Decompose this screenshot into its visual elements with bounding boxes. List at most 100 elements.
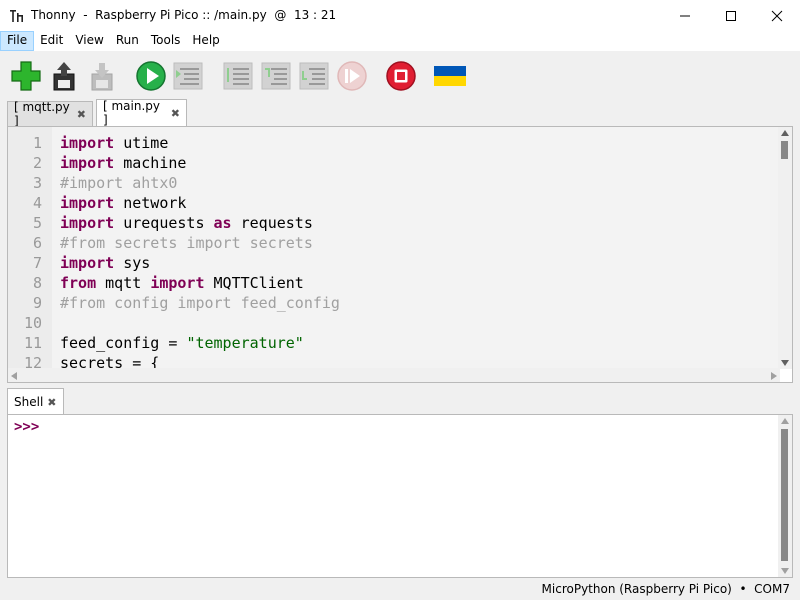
- open-file-button[interactable]: [48, 60, 80, 92]
- scroll-left-icon[interactable]: [11, 372, 17, 380]
- code-token: urequests: [114, 214, 214, 232]
- code-token: sys: [114, 254, 151, 272]
- tab-main-py[interactable]: [ main.py ] ✖: [96, 99, 187, 127]
- string-token: "temperature": [186, 334, 304, 352]
- menu-run[interactable]: Run: [110, 31, 145, 51]
- menu-file[interactable]: File: [0, 31, 35, 51]
- code-line[interactable]: #import ahtx0: [60, 173, 177, 193]
- tab-close-icon[interactable]: ✖: [47, 396, 56, 409]
- menu-edit[interactable]: Edit: [34, 31, 69, 51]
- interpreter-status[interactable]: MicroPython (Raspberry Pi Pico) • COM7: [542, 582, 790, 596]
- code-editor[interactable]: 1 2 3 4 5 6 7 8 9 10 11 12 import utime i…: [7, 126, 793, 383]
- code-text-area[interactable]: import utime import machine #import ahtx0 i…: [52, 127, 780, 369]
- debug-button[interactable]: [172, 60, 204, 92]
- code-token: feed_config =: [60, 334, 187, 352]
- step-into-icon: [261, 62, 291, 90]
- minimize-button[interactable]: [662, 0, 708, 31]
- code-line[interactable]: from mqtt import MQTTClient: [60, 273, 304, 293]
- resume-button[interactable]: [336, 60, 368, 92]
- thonny-icon: [10, 10, 23, 22]
- new-file-button[interactable]: [10, 60, 42, 92]
- code-line[interactable]: import network: [60, 193, 186, 213]
- code-token: utime: [114, 134, 169, 152]
- status-bar: MicroPython (Raspberry Pi Pico) • COM7: [0, 578, 800, 600]
- line-number: 2: [32, 154, 42, 172]
- maximize-icon: [726, 10, 736, 21]
- code-line[interactable]: secrets = {: [60, 353, 159, 369]
- maximize-button[interactable]: [708, 0, 754, 31]
- scroll-right-icon[interactable]: [771, 372, 777, 380]
- support-ukraine-button[interactable]: [433, 60, 467, 92]
- line-number: 9: [32, 294, 42, 312]
- step-over-button[interactable]: [222, 60, 254, 92]
- stop-button[interactable]: [385, 60, 417, 92]
- line-number: 8: [32, 274, 42, 292]
- code-token: network: [114, 194, 187, 212]
- editor-horizontal-scrollbar[interactable]: [8, 368, 780, 382]
- keyword-token: import: [60, 194, 115, 212]
- debug-icon: [173, 62, 203, 90]
- resume-icon: [337, 61, 367, 91]
- line-number: 11: [23, 334, 42, 352]
- scrollbar-thumb[interactable]: [781, 141, 788, 159]
- ukraine-flag-icon: [434, 66, 466, 86]
- line-number: 12: [23, 354, 42, 369]
- menu-view[interactable]: View: [69, 31, 109, 51]
- editor-tabstrip: [ mqtt.py ] ✖ [ main.py ] ✖: [0, 99, 800, 128]
- step-out-icon: [299, 62, 329, 90]
- menu-help[interactable]: Help: [186, 31, 225, 51]
- code-line[interactable]: import utime: [60, 133, 168, 153]
- scroll-up-icon[interactable]: [781, 130, 789, 136]
- step-out-button[interactable]: [298, 60, 330, 92]
- code-line[interactable]: #from secrets import secrets: [60, 233, 313, 253]
- line-number: 3: [32, 174, 42, 192]
- code-line[interactable]: feed_config = "temperature": [60, 333, 304, 353]
- save-file-button[interactable]: [86, 60, 118, 92]
- toolbar: [0, 51, 800, 99]
- keyword-token: as: [213, 214, 232, 232]
- code-token: requests: [231, 214, 313, 232]
- code-line[interactable]: import machine: [60, 153, 186, 173]
- tab-close-icon[interactable]: ✖: [171, 107, 180, 120]
- tab-shell[interactable]: Shell ✖: [7, 388, 64, 415]
- tab-mqtt-py[interactable]: [ mqtt.py ] ✖: [7, 100, 93, 128]
- step-into-button[interactable]: [260, 60, 292, 92]
- scroll-up-icon[interactable]: [781, 418, 789, 424]
- title-bar: Thonny - Raspberry Pi Pico :: /main.py @…: [0, 0, 800, 31]
- run-button[interactable]: [135, 60, 167, 92]
- open-file-icon: [53, 62, 75, 91]
- code-line[interactable]: #from config import feed_config: [60, 293, 340, 313]
- scrollbar-thumb[interactable]: [781, 429, 788, 561]
- code-token: machine: [114, 154, 187, 172]
- close-icon: [771, 10, 783, 21]
- comment-token: #from secrets import secrets: [60, 234, 313, 252]
- line-number: 1: [32, 134, 42, 152]
- line-number: 5: [32, 214, 42, 232]
- scroll-down-icon[interactable]: [781, 360, 789, 366]
- menu-tools[interactable]: Tools: [145, 31, 187, 51]
- code-token: mqtt: [96, 274, 151, 292]
- tab-close-icon[interactable]: ✖: [77, 108, 86, 121]
- tab-label: [ main.py ]: [103, 99, 161, 127]
- scroll-down-icon[interactable]: [781, 568, 789, 574]
- keyword-token: import: [60, 154, 115, 172]
- shell-console[interactable]: >>>: [7, 414, 793, 578]
- line-number: 6: [32, 234, 42, 252]
- keyword-token: from: [60, 274, 97, 292]
- menu-bar: File Edit View Run Tools Help: [0, 31, 800, 51]
- line-number: 4: [32, 194, 42, 212]
- minimize-icon: [680, 15, 690, 16]
- editor-vertical-scrollbar[interactable]: [778, 127, 792, 369]
- step-over-icon: [223, 62, 253, 90]
- code-line[interactable]: import urequests as requests: [60, 213, 313, 233]
- keyword-token: import: [60, 254, 115, 272]
- stop-icon: [386, 61, 416, 91]
- close-button[interactable]: [754, 0, 800, 31]
- keyword-token: import: [60, 134, 115, 152]
- tab-label: Shell: [14, 395, 44, 409]
- comment-token: #import ahtx0: [60, 174, 178, 192]
- shell-vertical-scrollbar[interactable]: [778, 415, 792, 577]
- run-icon: [136, 61, 166, 91]
- comment-token: #from config import feed_config: [60, 294, 340, 312]
- code-line[interactable]: import sys: [60, 253, 150, 273]
